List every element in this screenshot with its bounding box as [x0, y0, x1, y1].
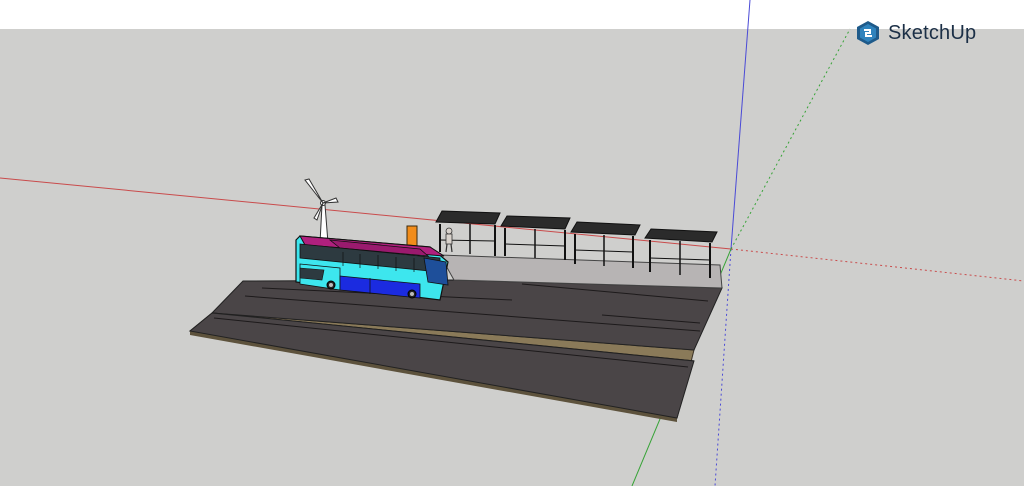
red-axis — [0, 177, 732, 250]
sketchup-brand: SketchUp — [855, 18, 976, 48]
red-axis-dotted — [730, 248, 1024, 282]
green-axis-dotted — [730, 28, 851, 250]
bus-shelter-2 — [500, 215, 571, 260]
drawing-axes — [0, 0, 1024, 486]
bus-shelter-1 — [435, 210, 501, 256]
model-viewport[interactable] — [0, 0, 1024, 486]
sketchup-logo-icon — [857, 21, 879, 45]
wind-turbine[interactable] — [304, 178, 339, 244]
app-name: SketchUp — [888, 21, 977, 44]
blue-axis — [730, 0, 751, 250]
person-figure[interactable] — [445, 227, 453, 253]
